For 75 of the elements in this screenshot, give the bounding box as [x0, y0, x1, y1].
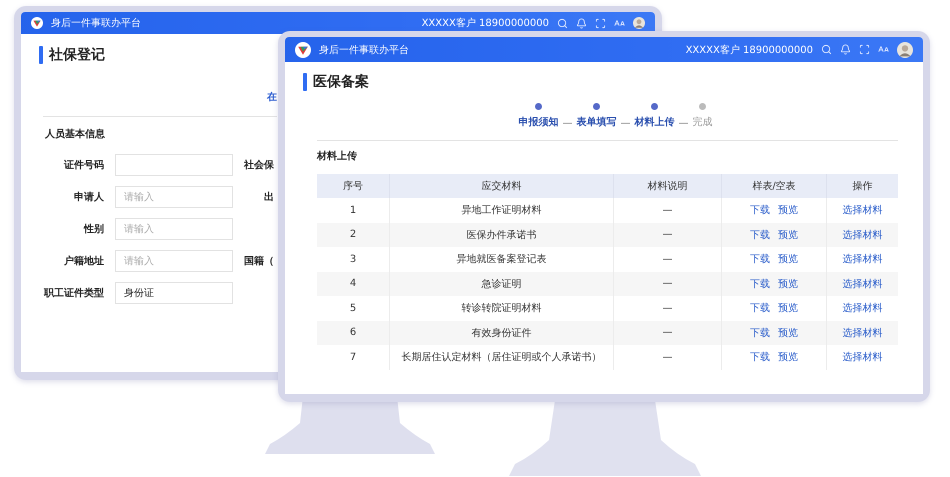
column-header: 材料说明	[613, 174, 721, 198]
column-header: 操作	[826, 174, 898, 198]
table-cell: —	[613, 272, 721, 296]
table-link[interactable]: 选择材料	[842, 301, 882, 316]
logo-icon	[31, 17, 43, 29]
field-label: 户籍地址	[63, 254, 104, 268]
step-label: 完成	[692, 116, 712, 129]
table-link[interactable]: 选择材料	[842, 252, 882, 266]
table-link[interactable]: 预览	[778, 301, 798, 316]
table-cell: 2	[317, 222, 389, 247]
page-title: 医保备案	[313, 73, 369, 91]
field-label: 社会保	[244, 158, 274, 172]
table-link[interactable]: 选择材料	[842, 203, 882, 218]
input-field[interactable]: 请输入	[115, 250, 233, 272]
table-link[interactable]: 预览	[778, 350, 798, 364]
avatar-icon[interactable]	[633, 17, 645, 29]
field-label: 证件号码	[62, 158, 104, 172]
field-label: 国籍（	[244, 254, 274, 268]
table-link[interactable]: 下载	[750, 228, 770, 242]
bell-icon[interactable]	[576, 18, 587, 28]
app-title: 身后一件事联办平台	[319, 44, 409, 56]
title-accent	[303, 73, 307, 91]
bell-icon[interactable]	[840, 44, 851, 55]
table-cell: 6	[317, 320, 389, 345]
step-label: 材料上传	[634, 116, 674, 129]
table-link[interactable]: 下载	[750, 350, 770, 364]
step-label: 申报须知	[518, 116, 558, 129]
fullscreen-icon[interactable]	[595, 18, 606, 28]
logo-icon	[295, 42, 311, 58]
user-account[interactable]: XXXXX客户 18900000000	[422, 16, 549, 30]
table-link[interactable]: 预览	[778, 276, 798, 291]
table-cell: 急诊证明	[389, 272, 613, 296]
input-field[interactable]: 请输入	[115, 186, 233, 208]
table-link[interactable]: 预览	[778, 252, 798, 266]
column-header: 样表/空表	[721, 174, 826, 198]
column-header: 应交材料	[389, 174, 613, 198]
field-label: 出	[263, 190, 274, 204]
table-cell: 有效身份证件	[389, 320, 613, 345]
table-link[interactable]: 下载	[750, 203, 770, 218]
fullscreen-icon[interactable]	[859, 44, 870, 55]
search-icon[interactable]	[821, 44, 832, 55]
font-size-icon[interactable]	[878, 44, 889, 55]
table-link[interactable]: 下载	[750, 326, 770, 340]
table-link[interactable]: 预览	[778, 203, 798, 218]
field-label: 申请人	[73, 190, 104, 204]
section-title: 人员基本信息	[45, 128, 106, 141]
input-field[interactable]: 请输入	[115, 218, 233, 240]
table-link[interactable]: 下载	[750, 301, 770, 316]
table-cell: —	[613, 320, 721, 345]
table-link[interactable]: 选择材料	[842, 350, 882, 364]
field-label: 职工证件类型	[42, 286, 104, 300]
user-account[interactable]: XXXXX客户 18900000000	[686, 42, 813, 56]
table-cell: 医保办件承诺书	[389, 222, 613, 247]
step-separator: —	[678, 118, 688, 129]
field-label: 性别	[82, 222, 104, 236]
search-icon[interactable]	[557, 18, 568, 28]
table-link[interactable]: 预览	[778, 228, 798, 242]
font-size-icon[interactable]	[614, 18, 625, 28]
step-separator: —	[620, 118, 630, 129]
table-link[interactable]: 下载	[750, 276, 770, 291]
app-title: 身后一件事联办平台	[51, 16, 141, 30]
section-title: 材料上传	[317, 150, 358, 163]
link[interactable]: 在	[267, 90, 277, 104]
input-field[interactable]	[115, 154, 233, 176]
table-link[interactable]: 预览	[778, 326, 798, 340]
avatar-icon[interactable]	[897, 42, 913, 58]
table-cell: —	[613, 222, 721, 247]
step-separator: —	[562, 118, 572, 129]
title-accent	[39, 46, 43, 64]
input-field[interactable]: 身份证	[115, 282, 233, 304]
table-cell: 4	[317, 272, 389, 296]
table-link[interactable]: 下载	[750, 252, 770, 266]
step-label: 表单填写	[576, 116, 616, 129]
page-title: 社保登记	[49, 46, 105, 64]
column-header: 序号	[317, 174, 389, 198]
